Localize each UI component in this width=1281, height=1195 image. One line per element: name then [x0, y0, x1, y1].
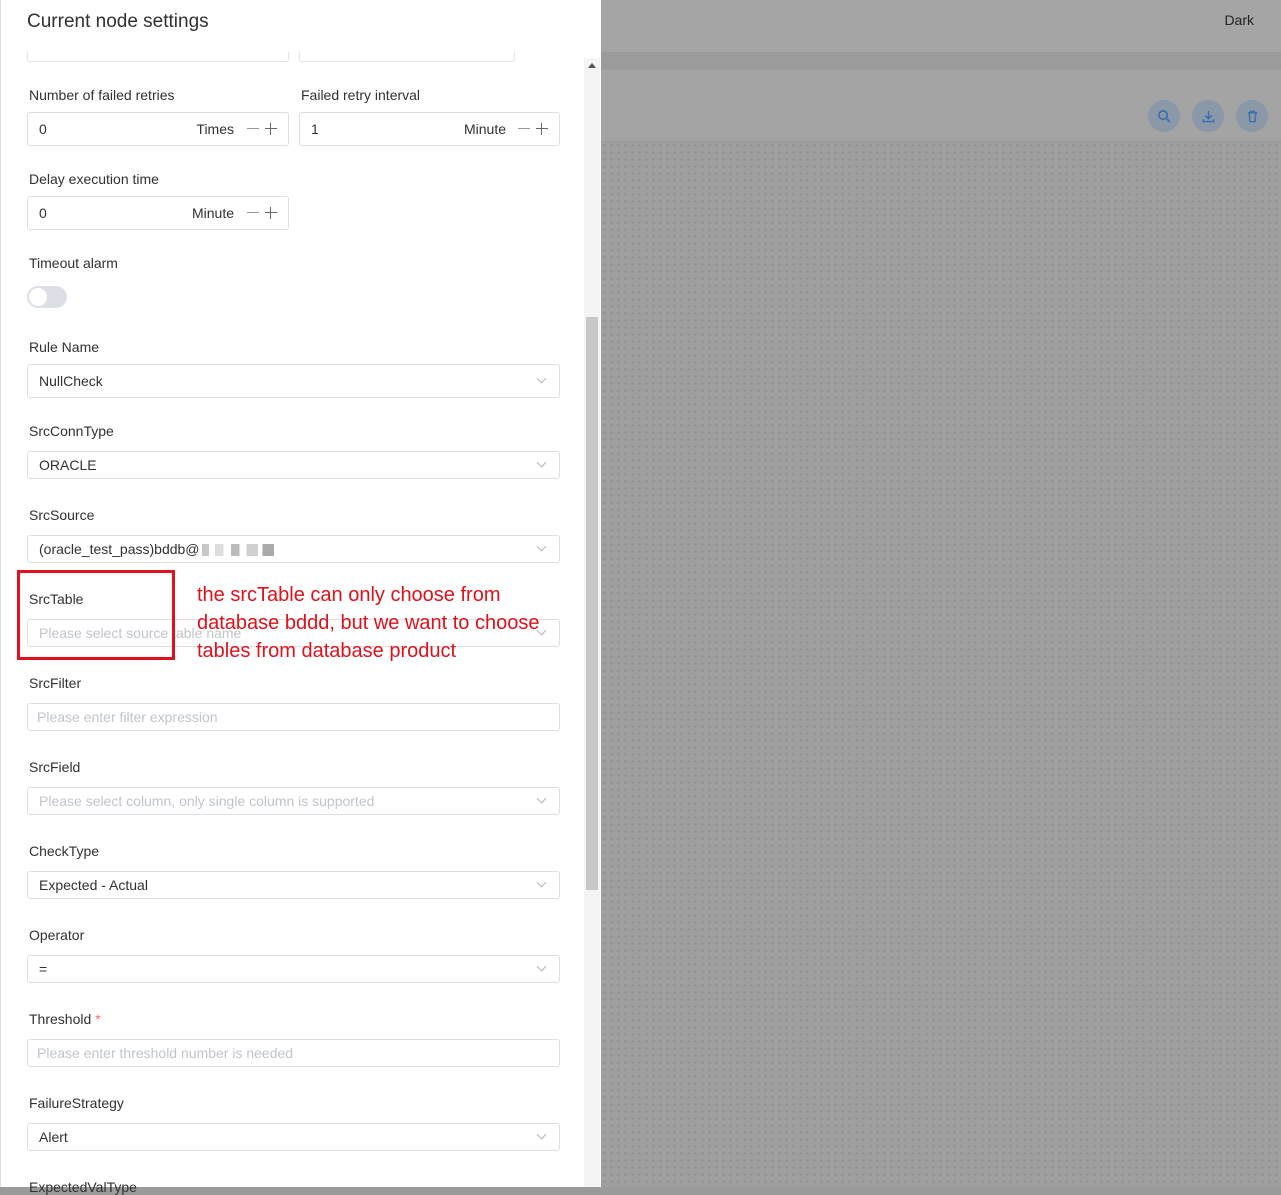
delay-time-value: 0	[39, 205, 47, 221]
delay-time-stepper[interactable]: 0 Minute	[27, 196, 289, 230]
expected-val-type-label: ExpectedValType	[29, 1179, 137, 1195]
partial-field	[299, 52, 515, 62]
failed-retries-value: 0	[39, 121, 47, 137]
retry-interval-label: Failed retry interval	[301, 87, 421, 103]
plus-icon[interactable]	[264, 206, 278, 220]
src-conn-type-label: SrcConnType	[29, 423, 114, 439]
src-field-label: SrcField	[29, 759, 81, 775]
check-type-value: Expected - Actual	[39, 877, 148, 893]
failed-retries-unit: Times	[196, 121, 234, 137]
timeout-alarm-label: Timeout alarm	[29, 255, 118, 271]
search-button[interactable]	[1148, 100, 1180, 132]
app-header: Dark	[601, 0, 1281, 52]
failure-strategy-select[interactable]: Alert	[27, 1123, 560, 1151]
src-source-value: (oracle_test_pass)bddb@	[39, 541, 274, 557]
partial-field	[27, 52, 289, 62]
rule-name-value: NullCheck	[39, 373, 103, 389]
src-source-label: SrcSource	[29, 507, 95, 523]
threshold-placeholder: Please enter threshold number is needed	[37, 1045, 294, 1061]
delay-time-unit: Minute	[191, 205, 234, 221]
failed-retries-stepper[interactable]: 0 Times	[27, 112, 289, 146]
plus-icon[interactable]	[264, 122, 278, 136]
plus-icon[interactable]	[535, 122, 549, 136]
annotation-highlight-box	[17, 570, 175, 660]
trash-icon	[1247, 110, 1257, 122]
rule-name-label: Rule Name	[29, 339, 100, 355]
src-conn-type-select[interactable]: ORACLE	[27, 451, 560, 479]
failure-strategy-value: Alert	[39, 1129, 68, 1145]
rule-name-select[interactable]: NullCheck	[27, 364, 560, 398]
delay-time-label: Delay execution time	[29, 171, 159, 187]
src-conn-type-value: ORACLE	[39, 457, 97, 473]
timeout-alarm-toggle[interactable]	[27, 286, 67, 308]
scroll-up-arrow-icon[interactable]	[588, 63, 596, 68]
dag-canvas	[601, 142, 1281, 1187]
chevron-down-icon	[536, 1129, 547, 1140]
chevron-down-icon	[536, 793, 547, 804]
scrollbar-thumb[interactable]	[586, 317, 598, 890]
chevron-down-icon	[536, 961, 547, 972]
src-field-placeholder: Please select column, only single column…	[39, 793, 375, 809]
src-field-select[interactable]: Please select column, only single column…	[27, 787, 560, 815]
src-filter-input[interactable]: Please enter filter expression	[27, 703, 560, 731]
chevron-down-icon	[536, 877, 547, 888]
operator-value: =	[39, 961, 48, 977]
minus-icon[interactable]	[246, 206, 260, 220]
drawer-title: Current node settings	[27, 11, 209, 32]
threshold-label: Threshold *	[29, 1011, 101, 1027]
canvas-toolbar	[601, 70, 1281, 142]
download-button[interactable]	[1192, 100, 1224, 132]
search-icon	[1157, 109, 1171, 123]
operator-select[interactable]: =	[27, 955, 560, 983]
failed-retries-label: Number of failed retries	[29, 87, 175, 103]
check-type-label: CheckType	[29, 843, 100, 859]
download-icon	[1202, 110, 1214, 122]
failure-strategy-label: FailureStrategy	[29, 1095, 124, 1111]
annotation-text: the srcTable can only choose from databa…	[197, 584, 540, 662]
toggle-knob	[29, 288, 47, 306]
retry-interval-stepper[interactable]: 1 Minute	[299, 112, 560, 146]
chevron-down-icon	[536, 541, 547, 552]
operator-label: Operator	[29, 927, 85, 943]
required-mark: *	[95, 1011, 101, 1027]
src-filter-label: SrcFilter	[29, 675, 82, 691]
src-source-select[interactable]: (oracle_test_pass)bddb@	[27, 535, 560, 563]
minus-icon[interactable]	[517, 122, 531, 136]
minus-icon[interactable]	[246, 122, 260, 136]
check-type-select[interactable]: Expected - Actual	[27, 871, 560, 899]
retry-interval-value: 1	[311, 121, 319, 137]
theme-switch[interactable]: Dark	[1224, 12, 1254, 28]
threshold-input[interactable]: Please enter threshold number is needed	[27, 1039, 560, 1067]
retry-interval-unit: Minute	[463, 121, 506, 137]
redacted-host	[201, 544, 274, 557]
header-strip	[601, 52, 1281, 70]
chevron-down-icon	[536, 457, 547, 468]
chevron-down-icon	[536, 373, 547, 384]
delete-button[interactable]	[1236, 100, 1268, 132]
src-filter-placeholder: Please enter filter expression	[37, 709, 218, 725]
